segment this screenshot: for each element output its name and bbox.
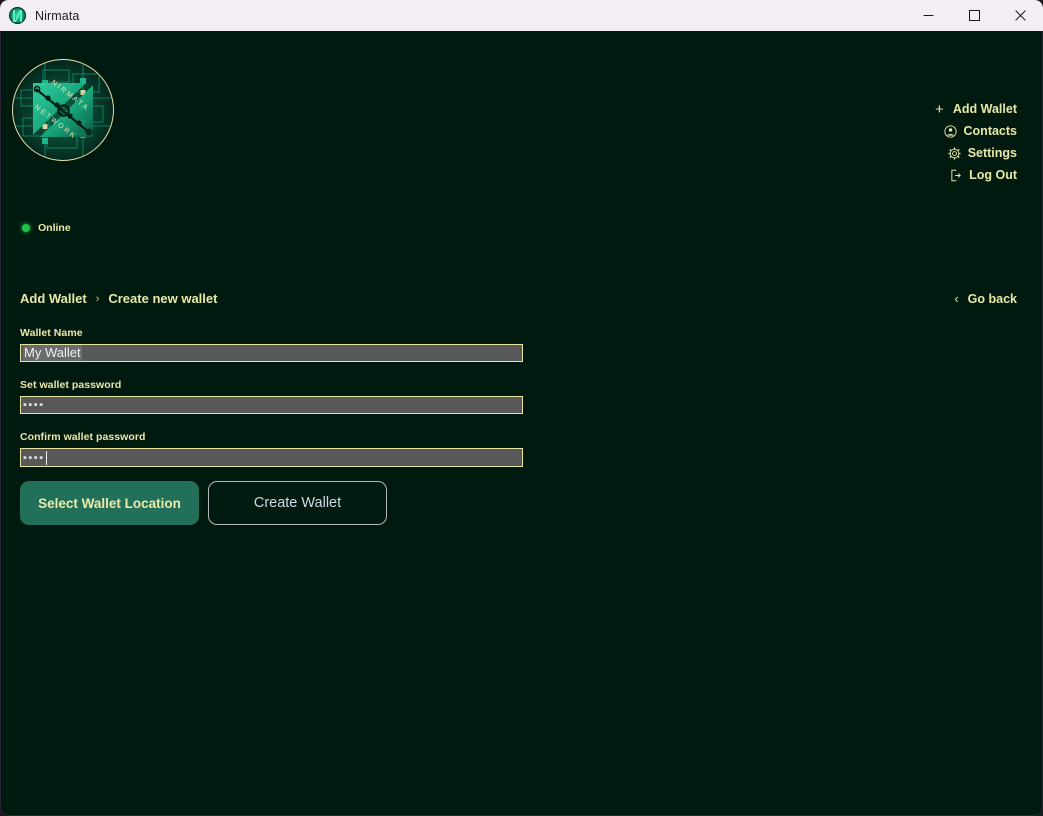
svg-text:NIRMATA: NIRMATA bbox=[50, 79, 90, 113]
form-actions: Select Wallet Location Create Wallet bbox=[20, 481, 387, 525]
select-wallet-location-button[interactable]: Select Wallet Location bbox=[20, 481, 199, 525]
breadcrumb-separator-icon: › bbox=[96, 289, 100, 309]
svg-text:NETWORK: NETWORK bbox=[33, 104, 78, 141]
app-body: NIRMATA NETWORK Online + Add Wallet bbox=[0, 31, 1043, 816]
close-button[interactable] bbox=[997, 0, 1043, 31]
menu-item-add-wallet[interactable]: + Add Wallet bbox=[933, 102, 1017, 117]
set-password-input[interactable]: ▪▪▪▪ bbox=[20, 396, 523, 414]
status-label: Online bbox=[38, 222, 71, 234]
connection-status: Online bbox=[22, 222, 71, 234]
window-controls bbox=[905, 0, 1043, 31]
app-window: Nirmata bbox=[0, 0, 1043, 816]
window-title: Nirmata bbox=[35, 9, 79, 23]
menu-item-settings[interactable]: Settings bbox=[948, 146, 1017, 161]
go-back-button[interactable]: ‹ Go back bbox=[954, 289, 1017, 309]
go-back-label: Go back bbox=[968, 289, 1017, 309]
confirm-password-input[interactable]: ▪▪▪▪ bbox=[20, 448, 523, 467]
title-bar: Nirmata bbox=[0, 0, 1043, 31]
menu-item-log-out-label: Log Out bbox=[969, 168, 1017, 183]
nirmata-network-logo: NIRMATA NETWORK bbox=[12, 59, 114, 161]
wallet-name-input[interactable]: My Wallet bbox=[20, 344, 523, 362]
status-indicator-dot bbox=[22, 224, 30, 232]
minimize-button[interactable] bbox=[905, 0, 951, 31]
select-wallet-location-label: Select Wallet Location bbox=[38, 496, 181, 511]
wallet-name-value: My Wallet bbox=[23, 345, 82, 361]
set-password-label: Set wallet password bbox=[20, 379, 523, 391]
menu-item-log-out[interactable]: Log Out bbox=[949, 168, 1017, 183]
create-wallet-label: Create Wallet bbox=[254, 495, 341, 511]
title-bar-left: Nirmata bbox=[0, 7, 79, 24]
confirm-password-value: ▪▪▪▪ bbox=[23, 450, 45, 466]
gear-icon bbox=[948, 147, 961, 160]
maximize-button[interactable] bbox=[951, 0, 997, 31]
confirm-password-label: Confirm wallet password bbox=[20, 431, 523, 443]
menu-item-settings-label: Settings bbox=[968, 146, 1017, 161]
menu-item-contacts[interactable]: Contacts bbox=[944, 124, 1017, 139]
menu-item-add-wallet-label: Add Wallet bbox=[953, 102, 1017, 117]
create-wallet-button[interactable]: Create Wallet bbox=[208, 481, 387, 525]
plus-icon: + bbox=[933, 103, 946, 116]
logo-ring-text: NIRMATA NETWORK bbox=[13, 60, 113, 160]
wallet-name-label: Wallet Name bbox=[20, 327, 523, 339]
navigation-row: Add Wallet › Create new wallet ‹ Go back bbox=[1, 289, 1042, 315]
nirmata-logo-icon bbox=[9, 7, 26, 24]
breadcrumb: Add Wallet › Create new wallet bbox=[20, 289, 217, 309]
logout-icon bbox=[949, 169, 962, 182]
text-caret bbox=[46, 451, 47, 465]
create-wallet-form: Wallet Name My Wallet Set wallet passwor… bbox=[20, 327, 523, 484]
top-navigation-menu: + Add Wallet Contacts bbox=[933, 102, 1017, 183]
chevron-left-icon: ‹ bbox=[954, 289, 958, 309]
breadcrumb-item-add-wallet[interactable]: Add Wallet bbox=[20, 289, 87, 309]
breadcrumb-item-create-new-wallet[interactable]: Create new wallet bbox=[108, 289, 217, 309]
menu-item-contacts-label: Contacts bbox=[964, 124, 1017, 139]
set-password-value: ▪▪▪▪ bbox=[23, 397, 45, 413]
person-circle-icon bbox=[944, 125, 957, 138]
